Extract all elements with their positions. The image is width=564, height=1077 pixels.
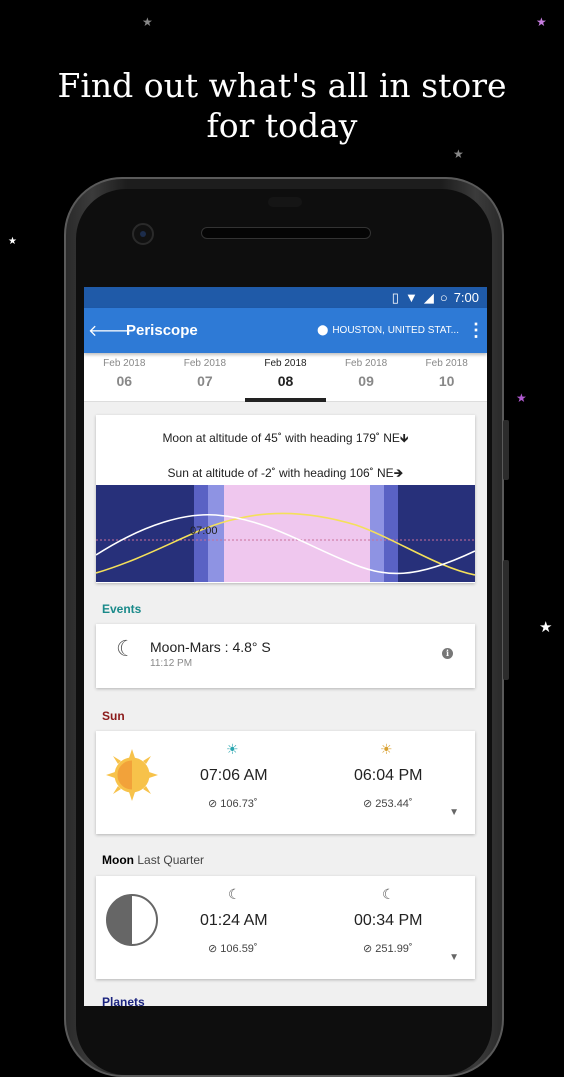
sunrise-icon: ☀ <box>226 741 239 757</box>
star-icon: ★ <box>142 15 153 29</box>
battery-ring-icon: ○ <box>439 290 448 305</box>
info-icon[interactable]: i <box>442 648 453 659</box>
location-label: HOUSTON, UNITED STAT... <box>332 325 459 336</box>
arrow-left-icon[interactable]: 🡐 <box>88 320 131 341</box>
phone-side-button <box>503 560 509 680</box>
location-selector[interactable]: ⬤ HOUSTON, UNITED STAT... <box>317 325 459 336</box>
moon-label: Moon <box>102 853 134 867</box>
promo-headline-line2: for today <box>206 106 358 145</box>
date-tab-month: Feb 2018 <box>103 358 146 369</box>
phone-earpiece <box>268 197 302 207</box>
moon-phase-icon <box>106 894 158 946</box>
date-tab[interactable]: Feb 2018 10 <box>406 353 487 401</box>
date-tab-day: 08 <box>277 373 294 389</box>
event-time: 11:12 PM <box>150 658 193 669</box>
moonset-azimuth-value: 251.99˚ <box>375 943 413 955</box>
moonrise-azimuth: ⊘ 106.59˚ <box>208 943 258 955</box>
altitude-card: Moon at altitude of 45˚ with heading 179… <box>95 415 476 583</box>
date-tab[interactable]: Feb 2018 07 <box>165 353 246 401</box>
moon-phase: Last Quarter <box>137 853 205 867</box>
moon-heading: Moon Last Quarter <box>102 853 204 867</box>
sunset-azimuth-value: 253.44˚ <box>375 798 413 810</box>
star-icon: ★ <box>8 236 17 247</box>
promo-headline-line1: Find out what's all in store <box>57 66 507 105</box>
wifi-icon: ▼ <box>404 290 418 305</box>
planets-heading: Planets <box>102 995 145 1006</box>
sunrise-azimuth: ⊘ 106.73˚ <box>208 798 258 810</box>
date-tabs: Feb 2018 06 Feb 2018 07 Feb 2018 08 Feb … <box>84 353 487 402</box>
sun-altitude-text: Sun at altitude of -2˚ with heading 106˚… <box>167 466 404 480</box>
sunset-icon: ☀ <box>380 741 393 757</box>
app-bar: 🡐 Periscope ⬤ HOUSTON, UNITED STAT... ⋮ <box>84 308 487 353</box>
date-tab-month: Feb 2018 <box>183 358 227 369</box>
sunset-time: 06:04 PM <box>354 767 423 784</box>
moonrise-time: 01:24 AM <box>200 912 268 929</box>
status-time: 7:00 <box>453 290 479 305</box>
sun-icon <box>106 749 158 801</box>
sun-card: ☀ 07:06 AM ⊘ 106.73˚ ☀ 06:04 PM ⊘ 253.44… <box>96 731 475 834</box>
chevron-down-icon[interactable]: ▼ <box>449 952 459 963</box>
phone-camera <box>132 223 154 245</box>
moon-altitude-text: Moon at altitude of 45˚ with heading 179… <box>162 431 409 445</box>
phone-side-button <box>503 420 509 480</box>
date-tab-day: 07 <box>197 373 213 389</box>
crescent-moon-icon: ☾ <box>116 636 136 661</box>
sunrise-time: 07:06 AM <box>200 767 268 784</box>
moonrise-icon: ☾ <box>228 886 241 902</box>
star-icon: ★ <box>539 619 553 636</box>
date-tab-day: 06 <box>116 373 133 389</box>
status-bar: ▯ ▼ ◢ ○ 7:00 <box>84 287 487 308</box>
date-tab-month: Feb 2018 <box>264 358 307 369</box>
date-tab-month: Feb 2018 <box>344 358 388 369</box>
events-heading: Events <box>102 602 142 616</box>
moonrise-azimuth-value: 106.59˚ <box>220 943 258 955</box>
altitude-chart[interactable]: 07:00 <box>95 485 476 582</box>
date-tab[interactable]: Feb 2018 09 <box>326 353 407 401</box>
sunrise-azimuth-value: 106.73˚ <box>220 798 258 810</box>
date-tab-day: 10 <box>438 373 455 389</box>
promo-headline: Find out what's all in store for today <box>0 66 564 146</box>
moonset-icon: ☾ <box>382 886 395 902</box>
star-icon: ★ <box>516 391 527 405</box>
vibrate-icon: ▯ <box>391 289 399 305</box>
chart-time-label: 07:00 <box>190 525 218 537</box>
event-item[interactable]: ☾ Moon-Mars : 4.8° S 11:12 PM i <box>96 624 475 688</box>
sunset-azimuth: ⊘ 253.44˚ <box>363 798 413 810</box>
star-icon: ★ <box>536 15 547 29</box>
more-vert-icon[interactable]: ⋮ <box>465 320 487 341</box>
star-icon: ★ <box>453 147 464 161</box>
moonset-azimuth: ⊘ 251.99˚ <box>363 943 413 955</box>
date-tab-month: Feb 2018 <box>425 358 468 369</box>
lte-signal-icon: ◢ <box>423 289 434 305</box>
date-tab[interactable]: Feb 2018 06 <box>84 353 165 401</box>
location-pin-icon: ⬤ <box>317 325 329 336</box>
app-title: Periscope <box>126 322 198 339</box>
moon-card: ☾ 01:24 AM ⊘ 106.59˚ ☾ 00:34 PM ⊘ 251.99… <box>96 876 475 979</box>
chevron-down-icon[interactable]: ▼ <box>449 807 459 818</box>
event-title: Moon-Mars : 4.8° S <box>150 639 271 655</box>
moonset-time: 00:34 PM <box>354 912 423 929</box>
phone-speaker <box>201 227 371 239</box>
date-tab-selected[interactable]: Feb 2018 08 <box>245 353 326 402</box>
sun-heading: Sun <box>102 709 125 723</box>
app-screen: ▯ ▼ ◢ ○ 7:00 🡐 Periscope ⬤ HOUSTON, UNIT… <box>84 287 487 1006</box>
date-tab-day: 09 <box>358 373 374 389</box>
